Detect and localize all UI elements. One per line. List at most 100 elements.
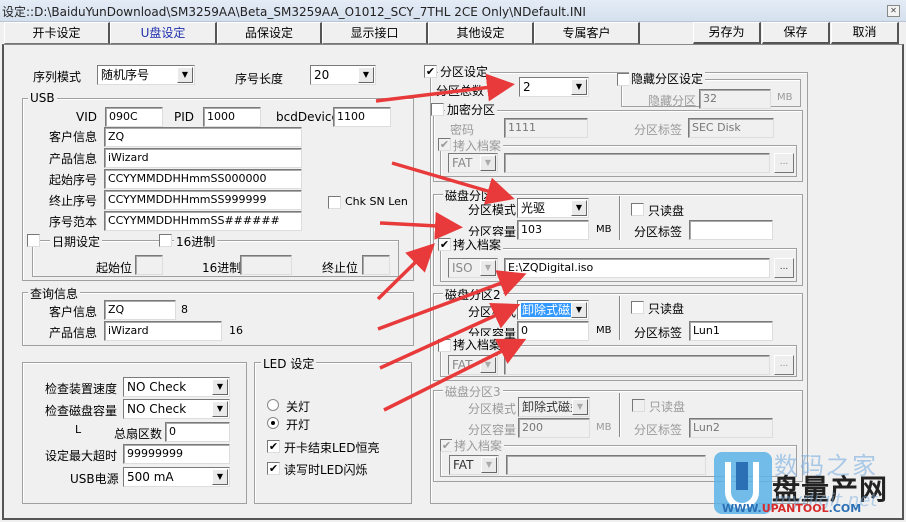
start-sn-input[interactable]: CCYYMMDDHHmmSS000000 bbox=[104, 169, 302, 189]
hidden-size-label: 隐藏分区 bbox=[648, 94, 697, 108]
chevron-down-icon[interactable]: ▼ bbox=[212, 469, 228, 485]
max-timeout-label: 设定最大超时 bbox=[45, 449, 118, 463]
title-bar: 设定::D:\BaiduYunDownload\SM3259AA\Beta_SM… bbox=[0, 0, 906, 22]
led-steady-checkbox[interactable]: ✔ bbox=[267, 440, 280, 453]
query-customer-input[interactable]: ZQ bbox=[104, 300, 176, 320]
disk1-path-input[interactable]: E:\ZQDigital.iso bbox=[504, 258, 770, 278]
tab-udisk-settings[interactable]: U盘设定 bbox=[110, 22, 217, 44]
encrypted-fs-select[interactable]: FAT ▼ bbox=[448, 153, 498, 173]
disk1-readonly-checkbox[interactable] bbox=[631, 203, 644, 216]
password-input[interactable]: 1111 bbox=[504, 118, 588, 138]
vid-input[interactable]: 090C bbox=[105, 107, 163, 127]
chevron-down-icon[interactable]: ▼ bbox=[358, 67, 374, 83]
disk1-fs-select[interactable]: ISO ▼ bbox=[448, 258, 498, 278]
hex-checkbox[interactable] bbox=[159, 234, 172, 247]
check-speed-select[interactable]: NO Check ▼ bbox=[123, 377, 230, 397]
encrypted-copy-label: 拷入档案 bbox=[451, 137, 504, 154]
total-sectors-label: 总扇区数 bbox=[114, 427, 163, 441]
disk1-browse-button[interactable]: ... bbox=[774, 258, 794, 278]
date-setting-checkbox[interactable] bbox=[27, 234, 40, 247]
chevron-down-icon[interactable]: ▼ bbox=[480, 260, 496, 276]
disk3-path-input[interactable] bbox=[506, 455, 706, 475]
check-capacity-select[interactable]: NO Check ▼ bbox=[123, 399, 230, 419]
led-blink-label: 读写时LED闪烁 bbox=[284, 463, 368, 477]
bcd-device-input[interactable]: 1100 bbox=[333, 107, 391, 127]
pid-label: PID bbox=[174, 110, 195, 124]
product-info-input[interactable]: iWizard bbox=[104, 148, 302, 168]
chevron-down-icon[interactable]: ▼ bbox=[571, 200, 587, 216]
l-label: L bbox=[75, 423, 82, 436]
chevron-down-icon[interactable]: ▼ bbox=[571, 302, 587, 318]
pid-input[interactable]: 1000 bbox=[203, 107, 261, 127]
vid-label: VID bbox=[76, 110, 97, 124]
tab-exclusive-customer[interactable]: 专属客户 bbox=[534, 22, 640, 44]
disk2-readonly-checkbox[interactable] bbox=[631, 301, 644, 314]
disk2-browse-button[interactable]: ... bbox=[774, 355, 794, 375]
disk2-size-input[interactable]: 0 bbox=[517, 321, 589, 341]
watermark-url-prefix: WWW. bbox=[722, 502, 762, 515]
total-sectors-input[interactable]: 0 bbox=[165, 422, 230, 442]
tab-qa-settings[interactable]: 品保设定 bbox=[217, 22, 322, 44]
serial-length-select[interactable]: 20 ▼ bbox=[310, 65, 376, 85]
chevron-down-icon[interactable]: ▼ bbox=[212, 379, 228, 395]
chevron-down-icon[interactable]: ▼ bbox=[480, 155, 496, 171]
chevron-down-icon[interactable]: ▼ bbox=[572, 399, 588, 415]
disk1-copy-checkbox[interactable]: ✔ bbox=[438, 238, 451, 251]
divider bbox=[619, 296, 621, 340]
usb-power-select[interactable]: 500 mA ▼ bbox=[123, 467, 230, 487]
tab-display-interface[interactable]: 显示接口 bbox=[322, 22, 428, 44]
disk2-copy-checkbox[interactable] bbox=[438, 339, 451, 352]
partition-count-select[interactable]: 2 ▼ bbox=[519, 77, 589, 97]
disk2-mode-select[interactable]: 卸除式磁盘 ▼ bbox=[517, 300, 589, 320]
disk3-tag-input[interactable]: Lun2 bbox=[689, 418, 773, 438]
disk1-mode-select[interactable]: 光驱 ▼ bbox=[517, 198, 589, 218]
end-pos-input[interactable] bbox=[362, 255, 390, 275]
save-button[interactable]: 保存 bbox=[762, 22, 830, 44]
disk3-mode-select[interactable]: 卸除式磁盘 ▼ bbox=[518, 397, 590, 417]
hidden-size-input[interactable]: 32 bbox=[699, 89, 771, 109]
chevron-down-icon[interactable]: ▼ bbox=[481, 457, 497, 473]
disk2-fs-select[interactable]: FAT ▼ bbox=[448, 355, 498, 375]
disk2-fs-value: FAT bbox=[452, 358, 473, 372]
disk3-fs-select[interactable]: FAT ▼ bbox=[449, 455, 499, 475]
encrypted-partition-checkbox[interactable] bbox=[431, 103, 444, 116]
hex-label: 16进制 bbox=[174, 233, 218, 250]
save-as-button[interactable]: 另存为 bbox=[693, 22, 761, 44]
disk1-size-input[interactable]: 103 bbox=[517, 220, 589, 240]
disk2-path-input[interactable] bbox=[504, 355, 770, 375]
encrypted-tag-input[interactable]: SEC Disk bbox=[688, 118, 774, 138]
chevron-down-icon[interactable]: ▼ bbox=[571, 79, 587, 95]
led-blink-checkbox[interactable]: ✔ bbox=[267, 462, 280, 475]
led-off-radio[interactable] bbox=[267, 399, 279, 411]
disk3-readonly-checkbox[interactable] bbox=[632, 399, 645, 412]
cancel-button[interactable]: 取消 bbox=[831, 22, 899, 44]
encrypted-copy-checkbox[interactable]: ✔ bbox=[438, 138, 451, 151]
disk1-mode-value: 光驱 bbox=[521, 201, 546, 215]
serial-mode-select[interactable]: 随机序号 ▼ bbox=[97, 65, 195, 85]
led-off-label: 关灯 bbox=[286, 400, 311, 414]
hex-field-input[interactable] bbox=[240, 255, 292, 275]
max-timeout-input[interactable]: 99999999 bbox=[123, 444, 230, 464]
query-product-input[interactable]: iWizard bbox=[104, 321, 222, 341]
encrypted-browse-button[interactable]: ... bbox=[774, 153, 794, 173]
chevron-down-icon[interactable]: ▼ bbox=[177, 67, 193, 83]
sample-sn-input[interactable]: CCYYMMDDHHmmSS###### bbox=[104, 211, 302, 231]
start-sn-label: 起始序号 bbox=[49, 173, 98, 187]
chevron-down-icon[interactable]: ▼ bbox=[212, 401, 228, 417]
close-icon[interactable]: ✕ bbox=[887, 5, 900, 17]
check-capacity-label: 检查磁盘容量 bbox=[45, 404, 118, 418]
tab-card-settings[interactable]: 开卡设定 bbox=[4, 22, 110, 44]
start-pos-input[interactable] bbox=[135, 255, 163, 275]
disk1-size-unit: MB bbox=[596, 224, 612, 235]
chk-sn-len-checkbox[interactable] bbox=[328, 196, 341, 209]
encrypted-path-input[interactable] bbox=[504, 153, 770, 173]
led-on-radio[interactable] bbox=[267, 417, 279, 429]
end-sn-input[interactable]: CCYYMMDDHHmmSS999999 bbox=[104, 190, 302, 210]
chevron-down-icon[interactable]: ▼ bbox=[480, 357, 496, 373]
customer-info-input[interactable]: ZQ bbox=[104, 127, 302, 147]
tab-other-settings[interactable]: 其他设定 bbox=[428, 22, 534, 44]
disk3-size-input[interactable]: 200 bbox=[518, 418, 590, 438]
partition-enable-checkbox[interactable]: ✔ bbox=[424, 65, 437, 78]
disk1-tag-input[interactable] bbox=[689, 220, 773, 240]
disk2-tag-input[interactable]: Lun1 bbox=[689, 321, 773, 341]
